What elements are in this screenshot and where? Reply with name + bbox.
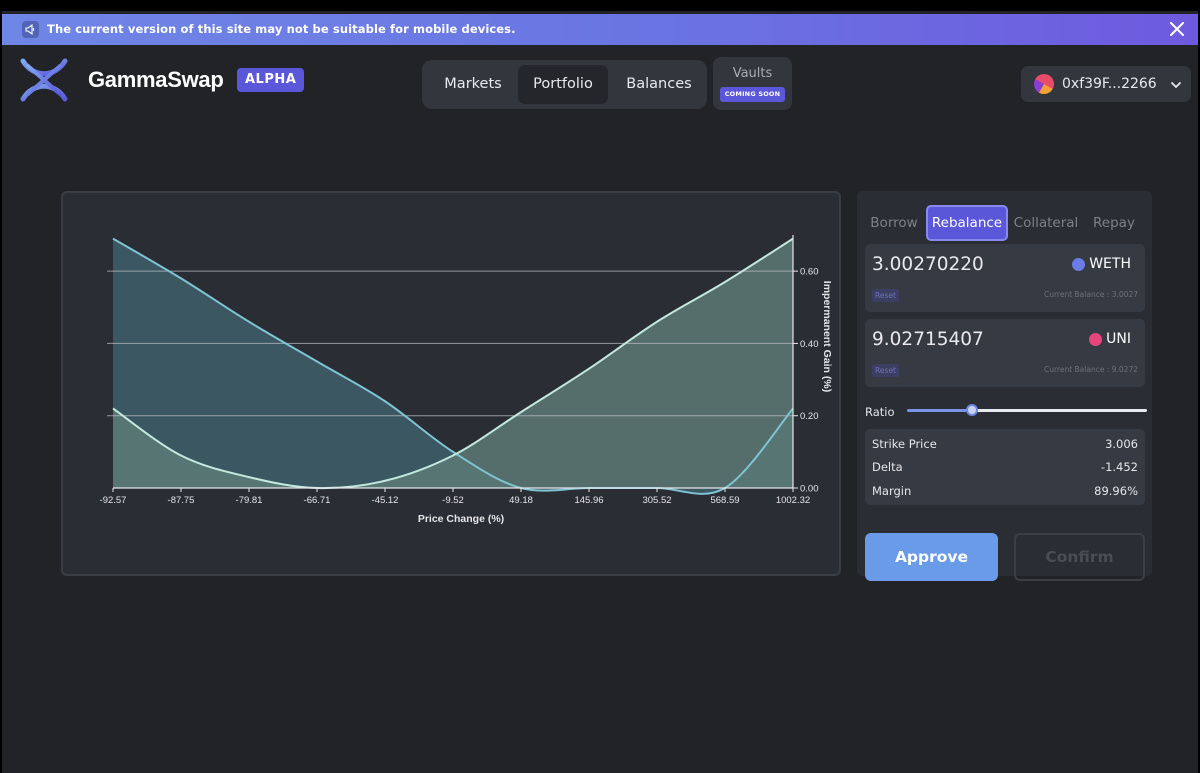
position-info: Strike Price 3.006 Delta -1.452 Margin 8… — [865, 429, 1145, 505]
y-tick-label: 0.40 — [800, 339, 819, 350]
nav-markets[interactable]: Markets — [428, 65, 518, 104]
y-tick-label: 0.60 — [800, 267, 819, 278]
approve-button[interactable]: Approve — [865, 533, 998, 581]
info-row-delta: Delta -1.452 — [872, 460, 1138, 478]
slider-thumb[interactable] — [965, 404, 978, 416]
uni-reset-button[interactable]: Reset — [872, 364, 899, 377]
coming-soon-badge: COMING SOON — [720, 87, 785, 102]
nav-balances[interactable]: Balances — [614, 65, 704, 104]
uni-amount-input[interactable]: 9.02715407 — [872, 329, 984, 350]
alpha-badge: ALPHA — [237, 68, 305, 92]
tab-rebalance[interactable]: Rebalance — [926, 205, 1008, 241]
weth-symbol: WETH — [1089, 256, 1131, 272]
x-tick-label: 305.52 — [642, 495, 671, 506]
weth-reset-button[interactable]: Reset — [872, 289, 899, 302]
uni-symbol: UNI — [1106, 331, 1131, 347]
slider-fill — [907, 409, 972, 412]
x-tick-label: -9.52 — [442, 495, 464, 506]
x-tick-label: -87.75 — [168, 495, 195, 506]
x-tick-label: 568.59 — [710, 495, 739, 506]
delta-value: -1.452 — [1100, 460, 1138, 474]
weth-amount-box: 3.00270220 WETH Reset Current Balance : … — [865, 244, 1145, 312]
mobile-warning-banner: The current version of this site may not… — [2, 14, 1198, 45]
confirm-button[interactable]: Confirm — [1014, 533, 1145, 581]
ratio-slider[interactable] — [907, 400, 1147, 420]
wallet-address: 0xf39F...2266 — [1062, 76, 1157, 92]
info-row-margin: Margin 89.96% — [872, 484, 1138, 502]
weth-amount-input[interactable]: 3.00270220 — [872, 254, 984, 275]
slider-track — [971, 409, 1147, 412]
margin-value: 89.96% — [1094, 484, 1138, 498]
x-tick-label: -92.57 — [100, 495, 127, 506]
app-window: The current version of this site may not… — [2, 11, 1198, 773]
x-tick-label: 1002.32 — [776, 495, 810, 506]
eth-icon — [1072, 257, 1086, 271]
chart-canvas: -92.57 -87.75 -79.81 -66.71 -45.12 -9.52 49.18… — [100, 235, 833, 525]
info-row-strike: Strike Price 3.006 — [872, 437, 1138, 455]
brand-name: GammaSwap — [88, 67, 224, 92]
uni-token: UNI — [1089, 331, 1131, 347]
x-axis-title: Price Change (%) — [418, 513, 504, 525]
close-icon[interactable] — [1166, 18, 1188, 40]
gammaswap-logo[interactable] — [19, 58, 69, 102]
uni-icon — [1089, 332, 1103, 346]
uni-amount-box: 9.02715407 UNI Reset Current Balance : 9… — [865, 319, 1145, 387]
megaphone-icon — [22, 21, 39, 38]
uni-current-balance: Current Balance : 9.0272 — [1043, 365, 1138, 374]
y-tick-label: 0.00 — [800, 484, 819, 495]
x-tick-label: -66.71 — [304, 495, 331, 506]
margin-label: Margin — [872, 484, 912, 498]
ratio-label: Ratio — [865, 405, 895, 419]
tab-borrow[interactable]: Borrow — [865, 205, 923, 241]
wallet-button[interactable]: 0xf39F...2266 — [1021, 66, 1191, 102]
impermanent-gain-chart: -92.57 -87.75 -79.81 -66.71 -45.12 -9.52 49.18… — [61, 191, 841, 576]
y-axis-title: Impermanent Gain (%) — [821, 281, 833, 392]
nav-vaults[interactable]: Vaults COMING SOON — [713, 57, 792, 110]
wallet-avatar — [1034, 74, 1054, 94]
x-tick-label: -45.12 — [372, 495, 399, 506]
weth-token: WETH — [1072, 256, 1131, 272]
chevron-down-icon — [1169, 77, 1183, 91]
x-tick-label: -79.81 — [236, 495, 263, 506]
strike-price-label: Strike Price — [872, 437, 937, 451]
vaults-label: Vaults — [732, 66, 773, 81]
strike-price-value: 3.006 — [1105, 437, 1138, 451]
y-tick-label: 0.20 — [800, 411, 819, 422]
main-nav: Markets Portfolio Balances — [422, 60, 707, 109]
weth-current-balance: Current Balance : 3.0027 — [1043, 290, 1138, 299]
position-panel: Borrow Rebalance Collateral Repay 3.0027… — [857, 191, 1152, 581]
delta-label: Delta — [872, 460, 903, 474]
banner-text: The current version of this site may not… — [47, 22, 516, 36]
tab-repay[interactable]: Repay — [1087, 205, 1141, 241]
tab-collateral[interactable]: Collateral — [1012, 205, 1080, 241]
nav-portfolio[interactable]: Portfolio — [518, 65, 608, 104]
x-tick-label: 145.96 — [574, 495, 603, 506]
x-tick-label: 49.18 — [509, 495, 533, 506]
